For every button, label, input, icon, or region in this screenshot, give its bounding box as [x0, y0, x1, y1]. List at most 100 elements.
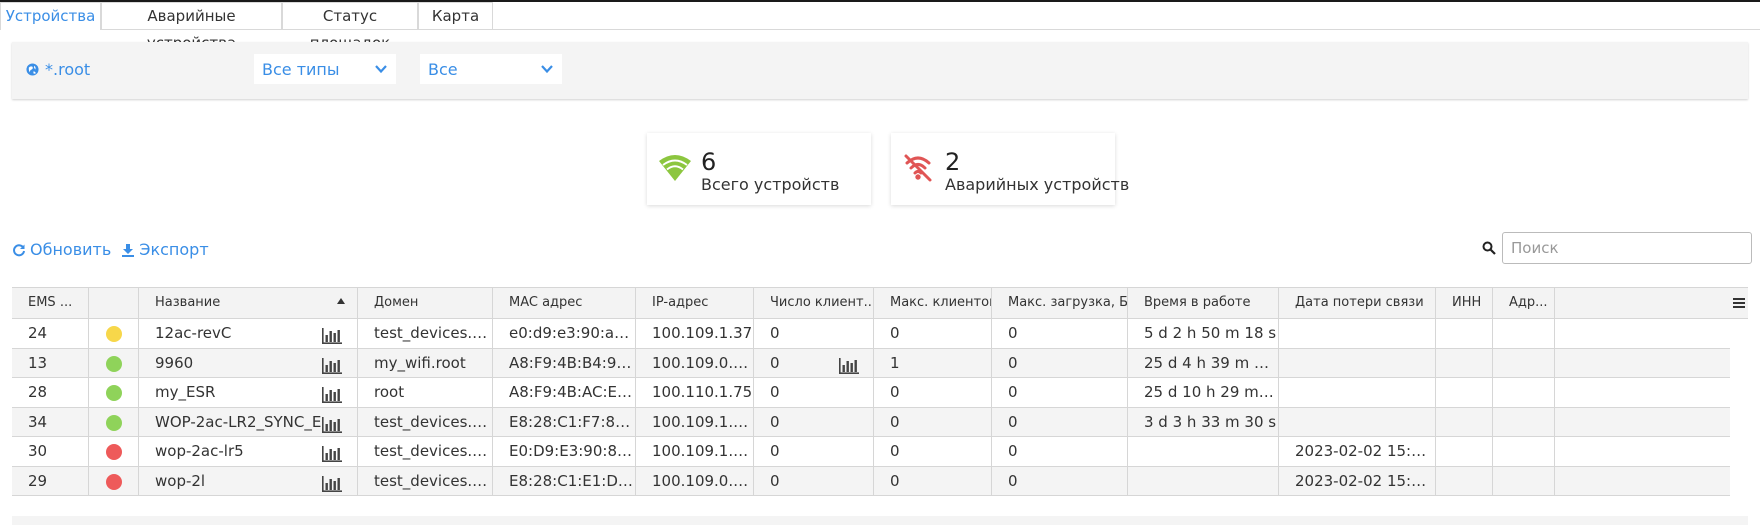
- device-name[interactable]: wop-2l: [155, 467, 205, 497]
- domain-selector[interactable]: *.root: [26, 60, 90, 79]
- cell-max-clients: 1: [874, 348, 992, 378]
- col-lost-date[interactable]: Дата потери связи: [1279, 288, 1436, 318]
- alarm-devices-card[interactable]: 2 Аварийных устройств: [891, 133, 1129, 205]
- tab-alarm-devices[interactable]: Аварийные устройства: [101, 2, 282, 52]
- cell-name: my_ESR: [139, 378, 358, 408]
- cell-inn: [1436, 466, 1493, 496]
- cell-ems: 28: [12, 378, 89, 408]
- device-name[interactable]: 9960: [155, 349, 193, 379]
- device-name[interactable]: my_ESR: [155, 378, 215, 408]
- col-name[interactable]: Название: [139, 288, 358, 318]
- table-row[interactable]: 13 9960 my_wifi.root A8:F9:4B:B4:99:60 100.1…: [12, 348, 1730, 379]
- table-header: EMS ... Название Домен MAC адрес IP-адре…: [12, 287, 1748, 319]
- chevron-down-icon: [541, 65, 553, 74]
- col-address[interactable]: Адр...: [1493, 288, 1555, 318]
- cell-mac: E0:D9:E3:90:89:20: [493, 437, 636, 467]
- chart-icon: [322, 446, 342, 462]
- cell-lost: [1279, 319, 1436, 349]
- cell-clients: 0: [754, 466, 874, 496]
- tab-map[interactable]: Карта: [418, 2, 493, 29]
- clients-stats-button[interactable]: [839, 355, 859, 379]
- table-row[interactable]: 28 my_ESR rootA8:F9:4B:AC:E0:77100.110.1.7…: [12, 378, 1730, 408]
- status-dot: [106, 473, 122, 490]
- cell-inn: [1436, 319, 1493, 349]
- device-name[interactable]: 12ac-revC: [155, 319, 231, 349]
- type-select[interactable]: Все типы: [254, 54, 396, 84]
- col-clients[interactable]: Число клиент...: [754, 288, 874, 318]
- device-stats-button[interactable]: [322, 384, 342, 408]
- cell-domain: test_devices.ro...: [358, 437, 493, 467]
- device-stats-button[interactable]: [322, 443, 342, 467]
- cell-max-clients: 0: [874, 466, 992, 496]
- device-stats-button[interactable]: [322, 473, 342, 497]
- cell-lost: [1279, 378, 1436, 408]
- cell-name: wop-2ac-lr5: [139, 437, 358, 467]
- devices-table: EMS ... Название Домен MAC адрес IP-адре…: [12, 287, 1748, 525]
- chart-icon: [839, 357, 859, 374]
- cell-domain: test_devices.ro...: [358, 466, 493, 496]
- total-devices-card[interactable]: 6 Всего устройств: [647, 133, 871, 205]
- table-row[interactable]: 24 12ac-revC test_devices.ro... e0:d9:e3:90…: [12, 319, 1730, 349]
- table-row[interactable]: 29 wop-2l test_devices.ro... E8:28:C1:E1:D0…: [12, 466, 1730, 497]
- column-menu-button[interactable]: [1730, 288, 1748, 318]
- cell-name: 9960: [139, 348, 358, 379]
- total-devices-label: Всего устройств: [701, 175, 840, 194]
- cell-addr: [1493, 378, 1555, 408]
- export-button[interactable]: Экспорт: [121, 240, 209, 259]
- table-row[interactable]: 34 WOP-2ac-LR2_SYNC_E8:2... test_devices.r…: [12, 407, 1730, 438]
- cell-max-load: 0: [992, 466, 1128, 496]
- col-max-load[interactable]: Макс. загрузка, Б...: [992, 288, 1128, 318]
- cell-ip: 100.110.1.75: [636, 378, 754, 408]
- device-name[interactable]: wop-2ac-lr5: [155, 437, 244, 467]
- table-row[interactable]: 30 wop-2ac-lr5 test_devices.ro... E0:D9:E3:…: [12, 437, 1730, 467]
- col-uptime[interactable]: Время в работе: [1128, 288, 1279, 318]
- download-icon: [122, 243, 135, 257]
- cell-inn: [1436, 437, 1493, 467]
- col-inn[interactable]: ИНН: [1436, 288, 1493, 318]
- status-select[interactable]: Все: [420, 54, 562, 84]
- cell-max-clients: 0: [874, 437, 992, 467]
- col-mac[interactable]: MAC адрес: [493, 288, 636, 318]
- refresh-button[interactable]: Обновить: [12, 240, 111, 259]
- cell-mac: A8:F9:4B:B4:99:60: [493, 348, 636, 378]
- cell-uptime: 25 d 10 h 29 m 30 s: [1128, 378, 1279, 408]
- search-input[interactable]: [1502, 232, 1752, 264]
- col-domain[interactable]: Домен: [358, 288, 493, 318]
- cell-status: [89, 348, 139, 378]
- device-stats-button[interactable]: [322, 355, 342, 379]
- cell-ems: 24: [12, 319, 89, 349]
- cell-ems: 13: [12, 348, 89, 378]
- status-dot: [106, 355, 122, 372]
- cell-clients: 0: [754, 348, 874, 379]
- cell-ip: 100.109.0.123: [636, 466, 754, 496]
- cell-lost: [1279, 348, 1436, 378]
- cell-uptime: [1128, 437, 1279, 467]
- col-max-clients[interactable]: Макс. клиентов: [874, 288, 992, 318]
- tab-devices[interactable]: Устройства: [0, 2, 101, 30]
- cell-clients: 0: [754, 378, 874, 408]
- col-ems[interactable]: EMS ...: [12, 288, 89, 318]
- export-label: Экспорт: [139, 240, 209, 259]
- cell-max-load: 0: [992, 378, 1128, 408]
- tab-site-status[interactable]: Статус площадок: [282, 2, 418, 52]
- cell-clients: 0: [754, 407, 874, 437]
- col-ip[interactable]: IP-адрес: [636, 288, 754, 318]
- toolbar: Обновить Экспорт: [12, 240, 209, 259]
- device-stats-button[interactable]: [322, 325, 342, 349]
- cell-clients: 0: [754, 319, 874, 349]
- no-signal-icon: [904, 154, 932, 182]
- cell-ip: 100.109.1.170: [636, 407, 754, 437]
- cell-max-clients: 0: [874, 378, 992, 408]
- cell-name: WOP-2ac-LR2_SYNC_E8:2...: [139, 407, 358, 438]
- cell-max-load: 0: [992, 348, 1128, 378]
- cell-mac: A8:F9:4B:AC:E0:77: [493, 378, 636, 408]
- chart-icon: [322, 357, 342, 374]
- device-stats-button[interactable]: [322, 414, 342, 438]
- cell-inn: [1436, 378, 1493, 408]
- status-dot: [106, 385, 122, 401]
- tab-bar: Устройства Аварийные устройства Статус п…: [0, 2, 1760, 52]
- device-name[interactable]: WOP-2ac-LR2_SYNC_E8:2...: [155, 408, 321, 438]
- cell-max-load: 0: [992, 319, 1128, 349]
- cell-uptime: 25 d 4 h 39 m 49 s: [1128, 348, 1279, 378]
- col-status[interactable]: [89, 288, 139, 318]
